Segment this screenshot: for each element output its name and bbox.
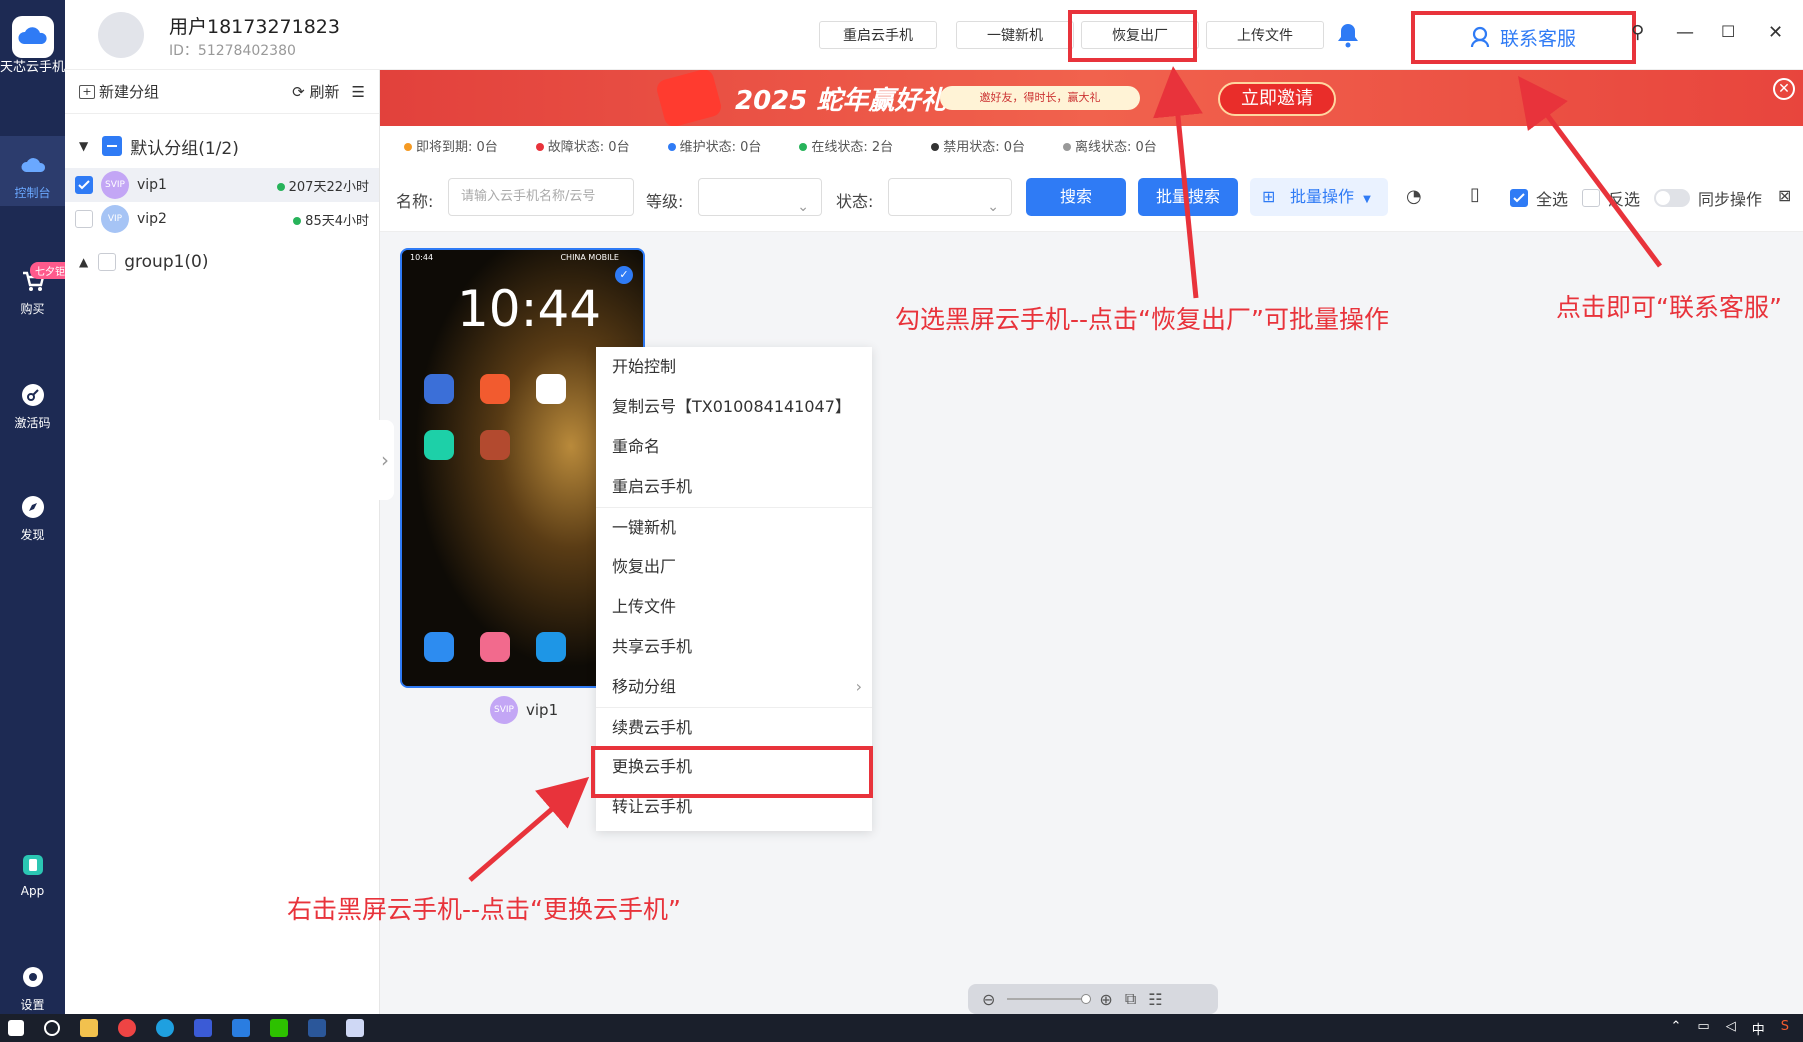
ime-icon[interactable]: 中: [1752, 1019, 1765, 1038]
chevron-up-icon[interactable]: ⌃: [1671, 1019, 1682, 1038]
edge-icon[interactable]: [156, 1019, 174, 1037]
annotation-service: 点击即可“联系客服”: [1556, 293, 1782, 322]
zoom-out-icon[interactable]: ⊖: [982, 990, 995, 1009]
sogou-icon[interactable]: S: [1781, 1019, 1789, 1038]
chrome-icon[interactable]: [118, 1019, 136, 1037]
volume-icon[interactable]: ◁: [1726, 1019, 1736, 1038]
feishu-icon[interactable]: [232, 1019, 250, 1037]
cloud-phone-app-icon[interactable]: [346, 1019, 364, 1037]
file-explorer-icon[interactable]: [80, 1019, 98, 1037]
zoom-slider[interactable]: [1007, 994, 1092, 1004]
layout-icon[interactable]: ☷: [1148, 990, 1162, 1009]
word-icon[interactable]: [308, 1019, 326, 1037]
arrow-to-replace: [468, 776, 590, 882]
wechat-icon[interactable]: [270, 1019, 288, 1037]
rotate-icon[interactable]: ⧉: [1125, 989, 1136, 1009]
battery-icon[interactable]: ▭: [1697, 1019, 1709, 1038]
zoom-bar: ⊖ ⊕ ⧉ ☷: [968, 984, 1218, 1014]
search-icon[interactable]: [44, 1020, 60, 1036]
arrow-to-factory-reset: [1153, 66, 1203, 299]
rp-app-icon[interactable]: [194, 1019, 212, 1037]
annotation-factory-reset: 勾选黑屏云手机--点击“恢复出厂”可批量操作: [895, 305, 1389, 334]
annotation-replace: 右击黑屏云手机--点击“更换云手机”: [287, 895, 681, 924]
app-window: { "app": {"logo_text": "天芯云手机"}, "rail":…: [0, 0, 1803, 1042]
zoom-in-icon[interactable]: ⊕: [1099, 990, 1112, 1009]
arrow-to-service: [1518, 75, 1663, 268]
windows-start-icon[interactable]: [8, 1020, 24, 1036]
os-taskbar: ⌃ ▭ ◁ 中 S: [0, 1014, 1803, 1042]
annotation-arrows: [468, 66, 1663, 882]
system-tray: ⌃ ▭ ◁ 中 S: [1671, 1019, 1803, 1038]
